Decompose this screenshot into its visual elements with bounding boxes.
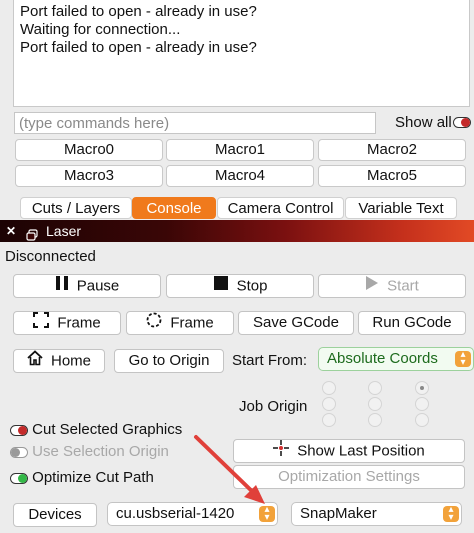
- save-gcode-button[interactable]: Save GCode: [238, 311, 354, 335]
- macro5-button[interactable]: Macro5: [318, 165, 466, 187]
- job-origin-radio-top-right[interactable]: [415, 381, 429, 395]
- home-label: Home: [50, 352, 91, 370]
- close-icon[interactable]: ✕: [6, 225, 18, 237]
- job-origin-radio-bottom-left[interactable]: [322, 413, 336, 427]
- frame-rectangle-icon: [33, 312, 50, 335]
- job-origin-radio-middle-center[interactable]: [368, 397, 382, 411]
- console-line: Port failed to open - already in use?: [20, 3, 257, 20]
- job-origin-radio-middle-left[interactable]: [322, 397, 336, 411]
- tab-cuts-layers[interactable]: Cuts / Layers: [20, 197, 132, 219]
- pause-icon: [55, 275, 69, 298]
- tab-console[interactable]: Console: [132, 197, 216, 219]
- job-origin-radio-top-left[interactable]: [322, 381, 336, 395]
- laser-panel: Disconnected Pause Stop Start Frame Fram…: [0, 242, 474, 533]
- frame-rect-label: Frame: [57, 314, 101, 332]
- devices-button[interactable]: Devices: [13, 503, 97, 527]
- console-panel: Port failed to open - already in use? Wa…: [0, 0, 474, 221]
- home-button[interactable]: Home: [13, 349, 105, 373]
- cut-selected-switch-icon[interactable]: [10, 424, 28, 436]
- stop-label: Stop: [236, 277, 268, 295]
- macro4-button[interactable]: Macro4: [166, 165, 314, 187]
- job-origin-radio-top-center[interactable]: [368, 381, 382, 395]
- macro3-button[interactable]: Macro3: [15, 165, 163, 187]
- macro2-button[interactable]: Macro2: [318, 139, 466, 161]
- frame-circle-button[interactable]: Frame: [126, 311, 234, 335]
- start-from-label: Start From:: [232, 352, 308, 369]
- start-from-select[interactable]: Absolute Coords ▴ ▾: [318, 347, 474, 371]
- console-line: Port failed to open - already in use?: [20, 39, 257, 56]
- laser-window-title: Laser: [46, 223, 82, 239]
- use-selection-origin-switch-icon[interactable]: [10, 446, 28, 458]
- port-select[interactable]: cu.usbserial-1420 ▴ ▾: [107, 502, 278, 526]
- macro0-button[interactable]: Macro0: [15, 139, 163, 161]
- job-origin-radio-middle-right[interactable]: [415, 397, 429, 411]
- use-selection-origin-toggle[interactable]: Use Selection Origin: [10, 443, 169, 460]
- start-label: Start: [387, 277, 419, 295]
- start-from-value: Absolute Coords: [327, 350, 438, 367]
- go-to-origin-button[interactable]: Go to Origin: [114, 349, 224, 373]
- cut-selected-toggle[interactable]: Cut Selected Graphics: [10, 421, 182, 438]
- job-origin-radio-bottom-center[interactable]: [368, 413, 382, 427]
- job-origin-radio-bottom-right[interactable]: [415, 413, 429, 427]
- stop-button[interactable]: Stop: [166, 274, 314, 298]
- job-origin-label: Job Origin: [239, 398, 308, 415]
- macro1-button[interactable]: Macro1: [166, 139, 314, 161]
- cut-selected-label: Cut Selected Graphics: [32, 421, 183, 438]
- optimize-cut-path-toggle[interactable]: Optimize Cut Path: [10, 469, 154, 486]
- optimization-settings-button[interactable]: Optimization Settings: [233, 465, 465, 489]
- command-input[interactable]: [14, 112, 376, 134]
- show-last-position-label: Show Last Position: [297, 442, 425, 460]
- app-root: Port failed to open - already in use? Wa…: [0, 0, 474, 533]
- laser-titlebar: ✕ Laser: [0, 220, 474, 242]
- console-output: Port failed to open - already in use? Wa…: [13, 0, 470, 107]
- console-line: Waiting for connection...: [20, 21, 181, 38]
- stop-icon: [213, 275, 229, 298]
- optimize-cut-path-label: Optimize Cut Path: [32, 469, 154, 486]
- use-selection-origin-label: Use Selection Origin: [32, 443, 169, 460]
- device-value: SnapMaker: [300, 505, 377, 522]
- pause-button[interactable]: Pause: [13, 274, 161, 298]
- connection-status: Disconnected: [5, 248, 96, 265]
- start-button[interactable]: Start: [318, 274, 466, 298]
- show-all-label: Show all: [395, 114, 452, 131]
- device-select[interactable]: SnapMaker ▴ ▾: [291, 502, 462, 526]
- optimize-cut-path-switch-icon[interactable]: [10, 472, 28, 484]
- frame-circle-icon: [146, 312, 162, 335]
- tab-camera-control[interactable]: Camera Control: [217, 197, 344, 219]
- crosshair-icon: [273, 440, 290, 463]
- chevron-updown-icon: ▴ ▾: [455, 350, 471, 368]
- frame-circle-label: Frame: [170, 314, 214, 332]
- home-icon: [27, 350, 43, 373]
- restore-window-icon[interactable]: [26, 225, 38, 241]
- pause-label: Pause: [76, 277, 120, 295]
- chevron-updown-icon: ▴ ▾: [259, 505, 275, 523]
- frame-rect-button[interactable]: Frame: [13, 311, 121, 335]
- play-icon: [365, 275, 379, 298]
- port-value: cu.usbserial-1420: [116, 505, 235, 522]
- show-last-position-button[interactable]: Show Last Position: [233, 439, 465, 463]
- show-all-switch-icon[interactable]: [453, 117, 471, 128]
- tab-variable-text[interactable]: Variable Text: [345, 197, 457, 219]
- chevron-updown-icon: ▴ ▾: [443, 505, 459, 523]
- run-gcode-button[interactable]: Run GCode: [358, 311, 466, 335]
- show-all-toggle[interactable]: Show all: [395, 114, 471, 131]
